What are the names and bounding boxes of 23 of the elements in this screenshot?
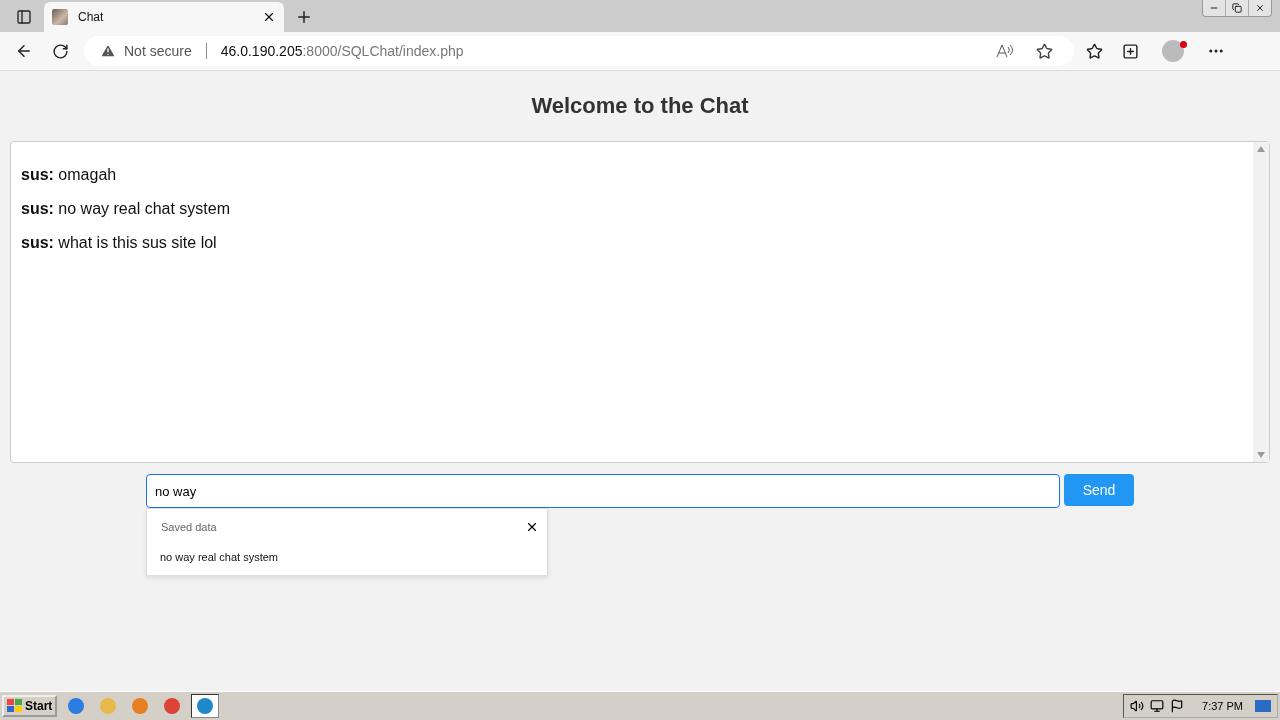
start-button[interactable]: Start <box>2 695 58 717</box>
suggestion-item[interactable]: no way real chat system <box>147 537 547 567</box>
profile-avatar[interactable] <box>1162 40 1184 62</box>
close-icon[interactable] <box>525 520 539 534</box>
chat-message: sus: what is this sus site lol <box>21 234 218 252</box>
url-text: 46.0.190.205:8000/SQLChat/index.php <box>220 43 465 59</box>
clock: 7:37 PM <box>1202 700 1243 712</box>
page-heading: Welcome to the Chat <box>531 93 749 119</box>
windows-logo-icon <box>7 699 23 713</box>
close-icon[interactable] <box>262 10 276 24</box>
chat-message: sus: omagah <box>21 166 118 184</box>
flag-icon[interactable] <box>1170 699 1185 713</box>
chat-message: sus: no way real chat system <box>21 200 231 218</box>
dropdown-title: Saved data <box>161 521 217 533</box>
message-field[interactable]: no way <box>146 474 1060 508</box>
volume-icon[interactable] <box>1130 699 1145 713</box>
browser-tab[interactable]: Chat <box>44 2 284 32</box>
security-label: Not secure <box>124 43 192 59</box>
favicon-icon <box>52 9 68 25</box>
network-icon[interactable] <box>1150 699 1165 713</box>
address-bar[interactable]: Not secure 46.0.190.205:8000/SQLChat/index.php <box>84 36 1074 66</box>
warning-icon <box>100 43 116 59</box>
tab-title: Chat <box>78 10 105 24</box>
